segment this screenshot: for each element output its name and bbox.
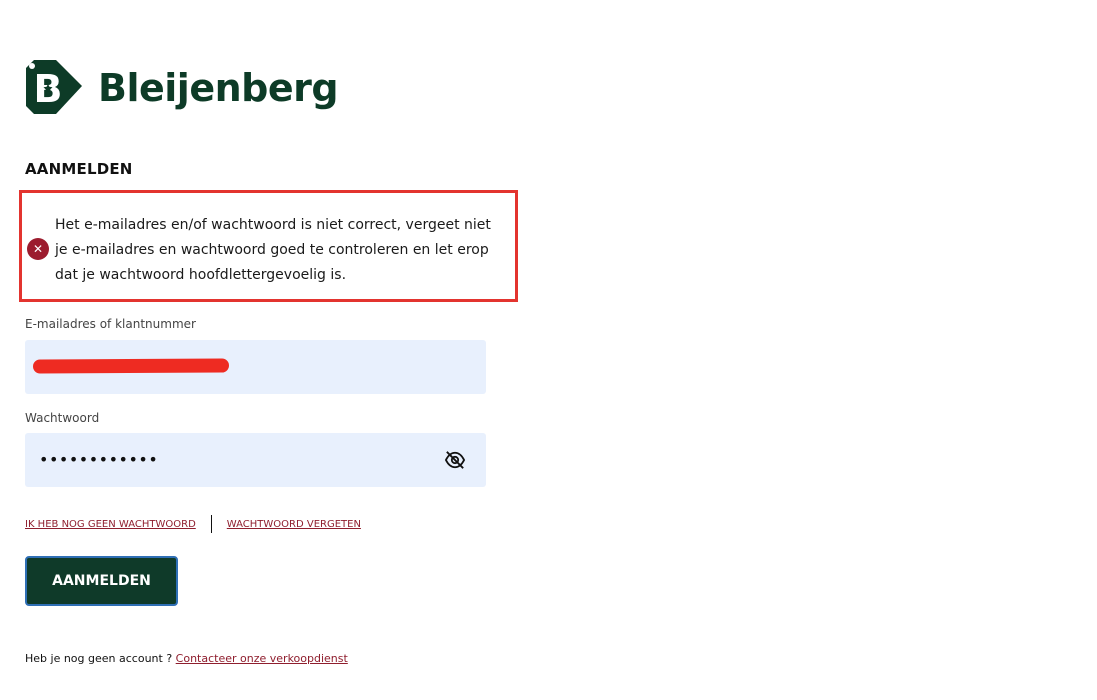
bleijenberg-logo-icon: B <box>26 60 82 114</box>
page-title: AANMELDEN <box>25 160 133 178</box>
footer-text: Heb je nog geen account ? <box>25 652 176 665</box>
password-input[interactable]: •••••••••••• <box>25 433 486 487</box>
password-value: •••••••••••• <box>39 450 159 469</box>
contact-sales-link[interactable]: Contacteer onze verkoopdienst <box>176 652 348 665</box>
account-links: IK HEB NOG GEEN WACHTWOORD WACHTWOORD VE… <box>25 515 361 533</box>
no-password-link[interactable]: IK HEB NOG GEEN WACHTWOORD <box>25 519 196 530</box>
login-page: B Bleijenberg AANMELDEN ✕ Het e-mailadre… <box>0 0 1097 700</box>
login-button[interactable]: AANMELDEN <box>25 556 178 606</box>
brand-logo[interactable]: B Bleijenberg <box>24 58 339 118</box>
error-message-box: ✕ Het e-mailadres en/of wachtwoord is ni… <box>19 190 518 302</box>
error-line-2: je e-mailadres en wachtwoord goed te con… <box>55 242 489 258</box>
error-line-3: dat je wachtwoord hoofdlettergevoelig is… <box>55 267 347 283</box>
email-input[interactable] <box>25 340 486 394</box>
redaction-mark <box>32 358 230 374</box>
brand-name: Bleijenberg <box>98 66 339 110</box>
eye-slash-icon[interactable] <box>444 450 466 470</box>
link-separator <box>210 515 212 533</box>
footer-note: Heb je nog geen account ? Contacteer onz… <box>25 652 348 665</box>
error-line-1: Het e-mailadres en/of wachtwoord is niet… <box>55 217 491 233</box>
password-label: Wachtwoord <box>25 411 100 425</box>
email-label: E-mailadres of klantnummer <box>25 317 196 331</box>
error-message: Het e-mailadres en/of wachtwoord is niet… <box>55 213 495 288</box>
forgot-password-link[interactable]: WACHTWOORD VERGETEN <box>227 519 361 530</box>
error-x-icon: ✕ <box>27 238 49 260</box>
